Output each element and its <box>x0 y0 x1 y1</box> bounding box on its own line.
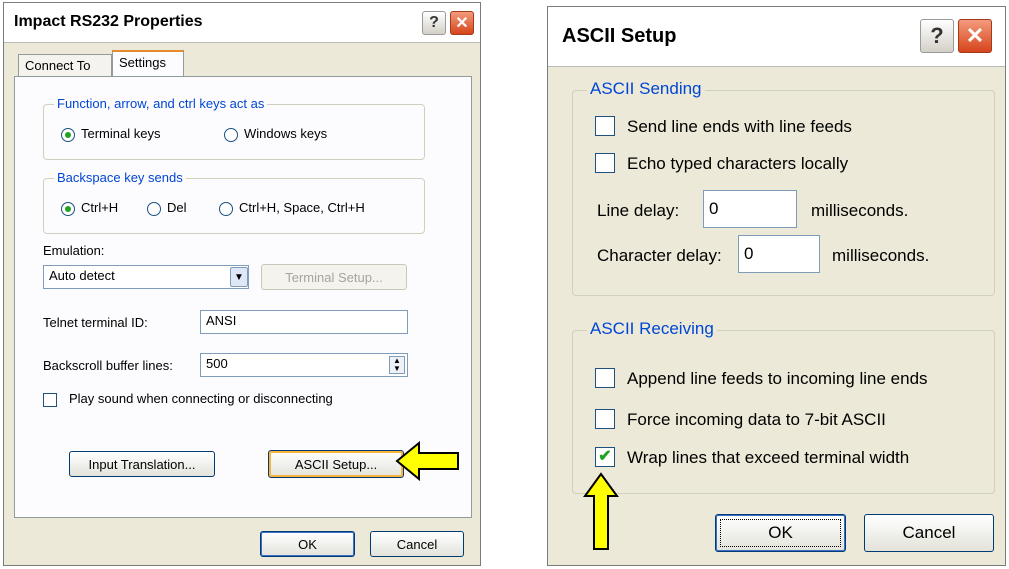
checkmark-icon: ✔ <box>598 448 612 465</box>
emulation-select[interactable]: Auto detect <box>43 265 249 289</box>
play-sound-checkbox[interactable] <box>43 393 57 407</box>
emulation-label: Emulation: <box>43 243 105 258</box>
wrap-lines-label[interactable]: Wrap lines that exceed terminal width <box>627 448 909 468</box>
ascii-setup-label: ASCII Setup... <box>294 456 378 472</box>
ok-label: OK <box>298 536 317 552</box>
tab-label: Settings <box>119 55 166 70</box>
left-arrow-icon <box>395 441 459 481</box>
force-7bit-checkbox[interactable] <box>595 409 615 429</box>
windows-keys-radio[interactable] <box>224 128 238 142</box>
ok-button[interactable]: OK <box>260 531 355 557</box>
cancel-label: Cancel <box>902 523 956 542</box>
dialog-title: ASCII Setup <box>562 25 677 47</box>
backscroll-input[interactable]: 500 <box>200 353 408 377</box>
backscroll-stepper[interactable]: ▲ ▼ <box>389 356 405 374</box>
echo-label[interactable]: Echo typed characters locally <box>627 154 848 174</box>
terminal-keys-radio[interactable] <box>61 128 75 142</box>
ok-button[interactable]: OK <box>715 514 846 552</box>
impact-rs232-properties-dialog: Impact RS232 Properties ? ✕ Connect To S… <box>3 2 481 566</box>
windows-keys-label[interactable]: Windows keys <box>244 126 327 141</box>
telnet-id-label: Telnet terminal ID: <box>43 315 148 330</box>
backscroll-value: 500 <box>206 356 228 371</box>
ascii-sending-legend: ASCII Sending <box>587 79 705 99</box>
close-icon: ✕ <box>965 23 985 48</box>
spin-down-icon: ▼ <box>393 364 401 373</box>
backscroll-label: Backscroll buffer lines: <box>43 358 173 373</box>
cancel-button[interactable]: Cancel <box>370 531 464 557</box>
title-bar[interactable]: Impact RS232 Properties ? ✕ <box>4 3 480 43</box>
cancel-button[interactable]: Cancel <box>864 514 994 552</box>
telnet-id-input[interactable]: ANSI <box>200 310 408 334</box>
input-translation-label: Input Translation... <box>88 456 196 472</box>
help-icon: ? <box>429 14 439 31</box>
del-label[interactable]: Del <box>167 200 187 215</box>
tab-label: Connect To <box>25 58 91 73</box>
terminal-setup-label: Terminal Setup... <box>285 269 383 285</box>
up-arrow-icon <box>583 472 619 550</box>
tab-connect-to[interactable]: Connect To <box>18 54 112 76</box>
line-delay-input[interactable]: 0 <box>703 190 797 228</box>
input-translation-button[interactable]: Input Translation... <box>69 451 215 477</box>
terminal-setup-button[interactable]: Terminal Setup... <box>261 264 407 290</box>
del-radio[interactable] <box>147 202 161 216</box>
ascii-receiving-group: ASCII Receiving Append line feeds to inc… <box>572 319 995 494</box>
force-7bit-label[interactable]: Force incoming data to 7-bit ASCII <box>627 410 886 430</box>
emulation-dropdown-button[interactable]: ▼ <box>230 267 248 287</box>
play-sound-label[interactable]: Play sound when connecting or disconnect… <box>69 391 333 406</box>
char-delay-unit: milliseconds. <box>832 246 930 265</box>
char-delay-label: Character delay: <box>597 246 722 265</box>
terminal-keys-label[interactable]: Terminal keys <box>81 126 160 141</box>
backspace-group: Backspace key sends Ctrl+H Del Ctrl+H, S… <box>43 170 425 234</box>
line-delay-unit: milliseconds. <box>811 201 909 220</box>
append-line-feeds-label[interactable]: Append line feeds to incoming line ends <box>627 369 928 389</box>
telnet-id-value: ANSI <box>206 313 237 328</box>
help-button[interactable]: ? <box>422 11 446 35</box>
function-keys-legend: Function, arrow, and ctrl keys act as <box>54 96 268 111</box>
close-button[interactable]: ✕ <box>958 19 992 53</box>
title-bar[interactable]: ASCII Setup ? ✕ <box>548 7 1005 67</box>
send-line-ends-label[interactable]: Send line ends with line feeds <box>627 117 852 137</box>
append-line-feeds-checkbox[interactable] <box>595 368 615 388</box>
backspace-legend: Backspace key sends <box>54 170 186 185</box>
ctrl-h-space-label[interactable]: Ctrl+H, Space, Ctrl+H <box>239 200 365 215</box>
char-delay-value: 0 <box>744 244 754 263</box>
function-keys-group: Function, arrow, and ctrl keys act as Te… <box>43 96 425 160</box>
line-delay-value: 0 <box>709 199 719 218</box>
ascii-receiving-legend: ASCII Receiving <box>587 319 717 339</box>
help-icon: ? <box>930 23 944 48</box>
ok-label: OK <box>768 523 793 542</box>
wrap-lines-checkbox[interactable]: ✔ <box>595 447 615 467</box>
ctrl-h-label[interactable]: Ctrl+H <box>81 200 118 215</box>
chevron-down-icon: ▼ <box>234 271 244 283</box>
close-icon: ✕ <box>455 15 469 32</box>
ascii-setup-button[interactable]: ASCII Setup... <box>268 450 404 478</box>
char-delay-input[interactable]: 0 <box>738 235 820 273</box>
send-line-ends-checkbox[interactable] <box>595 116 615 136</box>
ctrl-h-space-radio[interactable] <box>219 202 233 216</box>
cancel-label: Cancel <box>396 536 438 552</box>
line-delay-label: Line delay: <box>597 201 680 220</box>
dialog-title: Impact RS232 Properties <box>14 13 203 30</box>
echo-checkbox[interactable] <box>595 153 615 173</box>
close-button[interactable]: ✕ <box>450 11 474 35</box>
emulation-value: Auto detect <box>49 268 115 283</box>
tab-settings[interactable]: Settings <box>112 50 184 76</box>
ascii-sending-group: ASCII Sending Send line ends with line f… <box>572 79 995 296</box>
help-button[interactable]: ? <box>920 19 954 53</box>
ctrl-h-radio[interactable] <box>61 202 75 216</box>
